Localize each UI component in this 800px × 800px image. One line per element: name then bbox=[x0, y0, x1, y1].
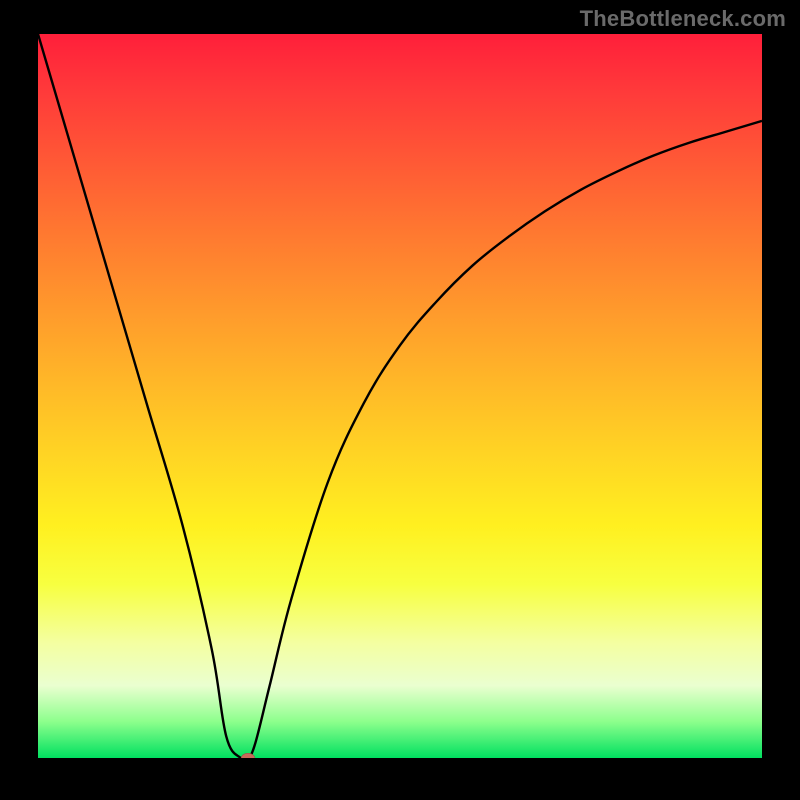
optimal-point-marker bbox=[241, 753, 255, 758]
bottleneck-curve bbox=[38, 34, 762, 758]
watermark-text: TheBottleneck.com bbox=[580, 6, 786, 32]
chart-frame: TheBottleneck.com bbox=[0, 0, 800, 800]
plot-area bbox=[38, 34, 762, 758]
curve-svg bbox=[38, 34, 762, 758]
